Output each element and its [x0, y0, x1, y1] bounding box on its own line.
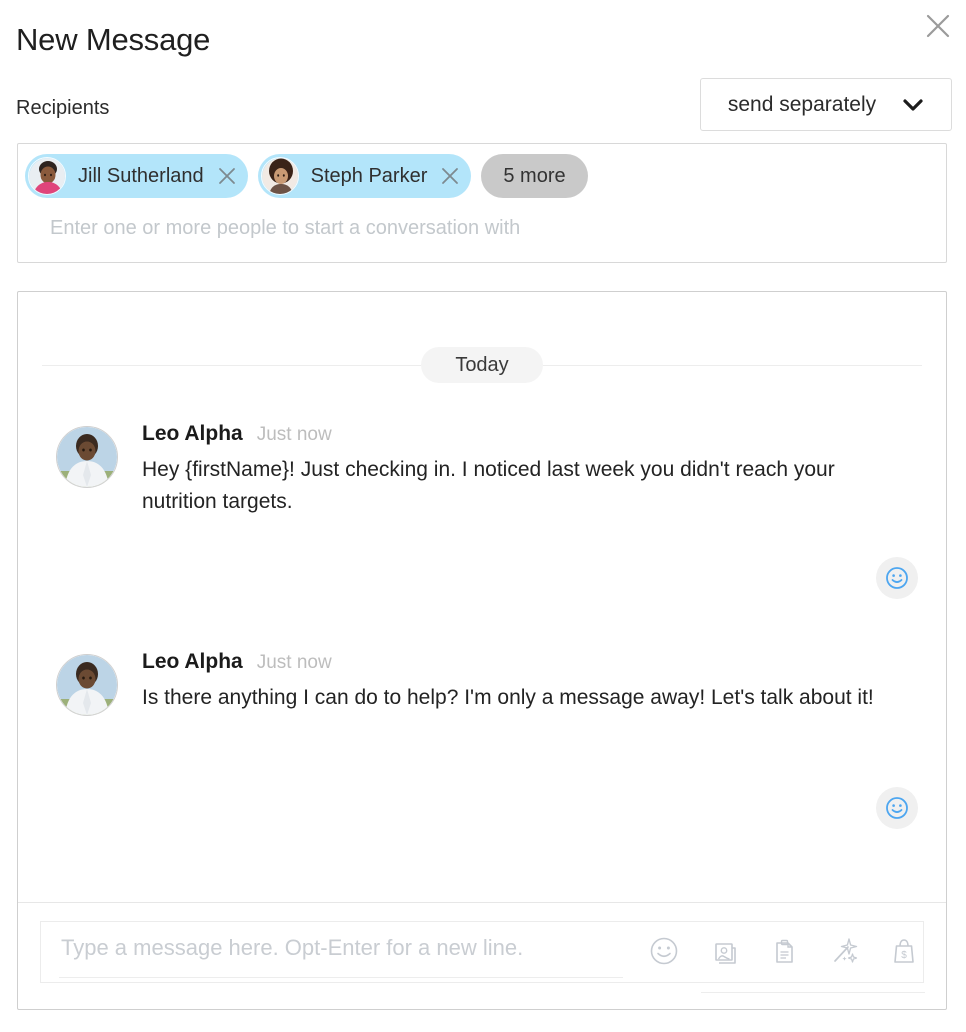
message-meta: Leo Alpha Just now: [142, 650, 874, 674]
close-icon: [218, 168, 235, 184]
smiley-icon: [650, 937, 678, 965]
remove-recipient-button[interactable]: [218, 167, 236, 185]
chevron-down-icon: [903, 98, 923, 111]
message-item: Leo Alpha Just now Hey {firstName}! Just…: [56, 420, 926, 518]
message-meta: Leo Alpha Just now: [142, 422, 882, 446]
smiley-icon: [886, 567, 908, 589]
day-divider: Today: [42, 347, 922, 383]
message-item: Leo Alpha Just now Is there anything I c…: [56, 648, 926, 716]
emoji-button[interactable]: [645, 932, 683, 970]
more-recipients-chip[interactable]: 5 more: [481, 154, 588, 198]
shopping-bag-button[interactable]: $: [885, 932, 923, 970]
divider-line-left: [42, 364, 422, 366]
recipient-chip[interactable]: Jill Sutherland: [25, 154, 248, 198]
message-body: Leo Alpha Just now Hey {firstName}! Just…: [142, 420, 882, 518]
avatar-image: [57, 427, 117, 487]
message-body: Leo Alpha Just now Is there anything I c…: [142, 648, 874, 714]
message-text: Hey {firstName}! Just checking in. I not…: [142, 458, 835, 513]
page-title: New Message: [16, 22, 211, 57]
svg-text:$: $: [901, 950, 907, 961]
message-reaction-button[interactable]: [876, 557, 918, 599]
avatar: [56, 654, 118, 716]
magic-wand-button[interactable]: [825, 932, 863, 970]
avatar-image: [261, 158, 298, 194]
close-button[interactable]: [920, 8, 956, 44]
message-composer: $: [18, 902, 946, 1009]
avatar: [260, 157, 299, 195]
message-sender: Leo Alpha: [142, 422, 243, 445]
day-divider-label: Today: [421, 347, 543, 383]
document-icon: [776, 939, 793, 963]
message-thread: Today Leo Alpha Just now Hey {firstName}…: [18, 292, 946, 904]
composer-toolbar: $: [645, 932, 925, 993]
remove-recipient-button[interactable]: [441, 167, 459, 185]
avatar-image: [57, 655, 117, 715]
divider-line-right: [542, 364, 922, 366]
recipient-chip[interactable]: Steph Parker: [257, 154, 472, 198]
recipients-label: Recipients: [16, 97, 110, 119]
composer-inner: $: [40, 921, 925, 993]
recipient-chip-label: Jill Sutherland: [78, 164, 204, 187]
document-button[interactable]: [765, 932, 803, 970]
recipients-input[interactable]: [48, 216, 912, 241]
message-reaction-button[interactable]: [876, 787, 918, 829]
close-icon: [442, 168, 459, 184]
message-sender: Leo Alpha: [142, 650, 243, 673]
message-timestamp: Just now: [256, 424, 332, 445]
avatar: [56, 426, 118, 488]
photo-button[interactable]: [705, 932, 743, 970]
message-input[interactable]: [59, 926, 623, 978]
avatar-image: [29, 158, 65, 194]
message-text: Is there anything I can do to help? I'm …: [142, 686, 874, 709]
send-mode-dropdown[interactable]: send separately: [700, 78, 952, 131]
magic-wand-icon: [834, 938, 858, 963]
conversation-panel: Today Leo Alpha Just now Hey {firstName}…: [17, 291, 947, 1010]
send-mode-value: send separately: [727, 92, 877, 116]
avatar: [28, 157, 66, 195]
message-timestamp: Just now: [256, 652, 332, 673]
close-icon: [926, 14, 950, 38]
smiley-icon: [886, 797, 908, 819]
recipient-chip-list: Jill Sutherland Steph Parker 5 more: [25, 154, 588, 198]
recipient-chip-label: Steph Parker: [310, 164, 428, 187]
recipients-field[interactable]: Jill Sutherland Steph Parker 5 more Ente…: [17, 143, 947, 263]
shopping-bag-icon: $: [894, 939, 914, 963]
photo-icon: [715, 943, 736, 964]
